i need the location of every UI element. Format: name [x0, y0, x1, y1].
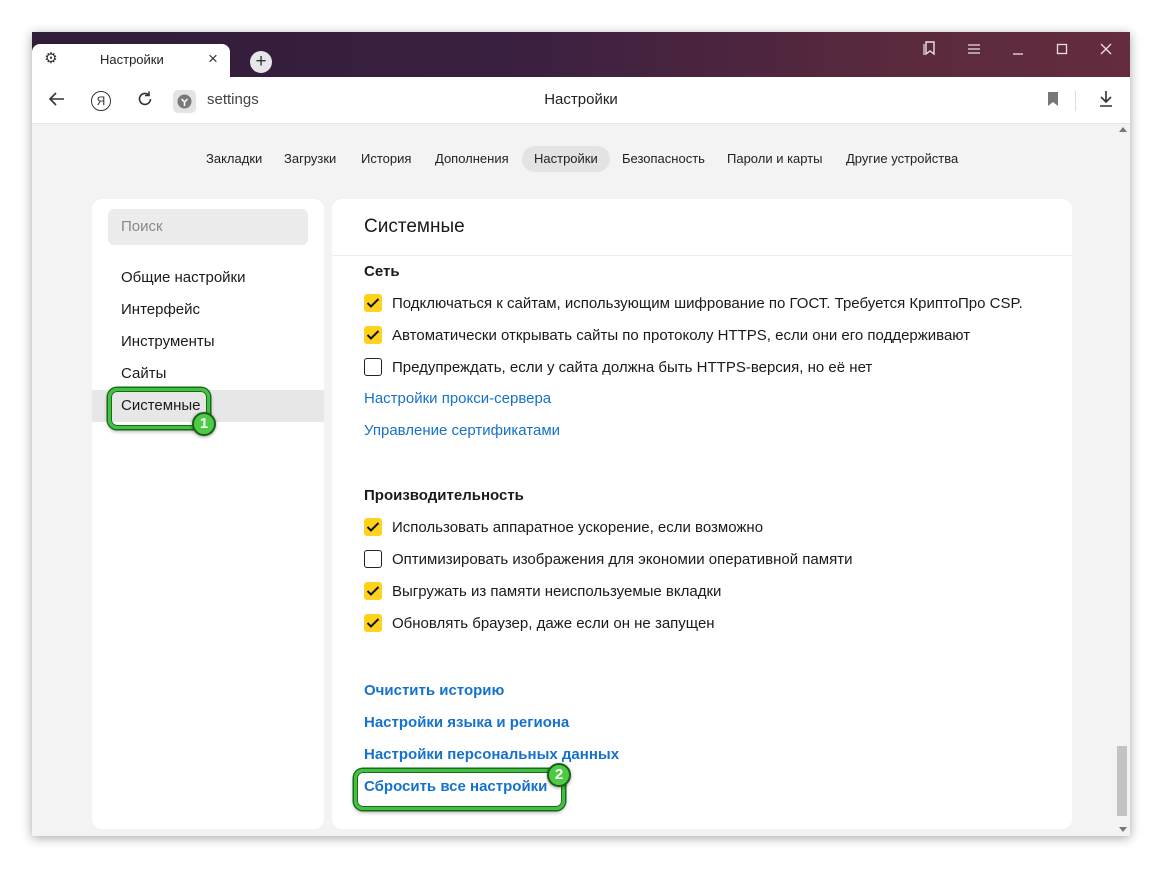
tab-security[interactable]: Безопасность: [610, 146, 717, 172]
link-certificates[interactable]: Управление сертификатами: [364, 422, 560, 439]
link-personal-data[interactable]: Настройки персональных данных: [364, 746, 619, 763]
section-title-network: Сеть: [364, 263, 400, 280]
tab-title: Настройки: [100, 52, 164, 67]
section-title-performance: Производительность: [364, 487, 524, 504]
tab-downloads[interactable]: Загрузки: [272, 146, 348, 172]
menu-icon[interactable]: [960, 40, 988, 62]
panel-header: Системные: [332, 199, 1072, 256]
option-label: Автоматически открывать сайты по протоко…: [392, 327, 971, 344]
settings-page: Закладки Загрузки История Дополнения Нас…: [32, 124, 1114, 836]
sidebar-item-general[interactable]: Общие настройки: [92, 262, 324, 294]
sidebar-item-label: Интерфейс: [121, 301, 201, 318]
checkbox-checked[interactable]: [364, 582, 382, 600]
search-placeholder: Поиск: [121, 218, 163, 235]
maximize-icon[interactable]: [1048, 40, 1076, 62]
address-toolbar: Я settings Настройки: [32, 77, 1130, 124]
sidebar-item-sites[interactable]: Сайты: [92, 358, 324, 390]
option-label: Оптимизировать изображения для экономии …: [392, 551, 853, 568]
tab-settings-active[interactable]: Настройки: [522, 146, 610, 172]
checkbox-checked[interactable]: [364, 614, 382, 632]
option-label: Обновлять браузер, даже если он не запущ…: [392, 615, 715, 632]
sidebar-item-label: Общие настройки: [121, 269, 246, 286]
settings-top-nav: Закладки Загрузки История Дополнения Нас…: [32, 146, 1114, 174]
option-label: Подключаться к сайтам, использующим шифр…: [392, 295, 1023, 312]
search-input[interactable]: Поиск: [108, 209, 308, 245]
checkbox-checked[interactable]: [364, 294, 382, 312]
link-clear-history[interactable]: Очистить историю: [364, 682, 504, 699]
minimize-icon[interactable]: [1004, 40, 1032, 62]
sidebar-item-tools[interactable]: Инструменты: [92, 326, 324, 358]
system-settings-panel: Системные Сеть Подключаться к сайтам, ис…: [332, 199, 1072, 829]
checkbox-unchecked[interactable]: [364, 550, 382, 568]
checkbox-checked[interactable]: [364, 326, 382, 344]
link-language-region[interactable]: Настройки языка и региона: [364, 714, 569, 731]
tab-extensions[interactable]: Дополнения: [423, 146, 521, 172]
tab-settings[interactable]: ⚙ Настройки ×: [32, 44, 230, 77]
download-icon[interactable]: [1095, 90, 1117, 112]
new-tab-button[interactable]: +: [250, 51, 272, 73]
page-title: Настройки: [544, 91, 618, 108]
scrollbar-thumb[interactable]: [1117, 746, 1127, 816]
tab-close-icon[interactable]: ×: [208, 50, 218, 68]
toolbar-divider: [1075, 91, 1076, 111]
step-badge-1: 1: [192, 412, 216, 436]
option-label: Выгружать из памяти неиспользуемые вклад…: [392, 583, 722, 600]
sidebar-item-label: Инструменты: [121, 333, 215, 350]
bookmark-icon[interactable]: [1042, 90, 1064, 112]
sidebar-item-interface[interactable]: Интерфейс: [92, 294, 324, 326]
settings-sidebar: Поиск Общие настройки Интерфейс Инструме…: [92, 199, 324, 829]
gear-icon: ⚙: [44, 50, 58, 67]
step-badge-2: 2: [547, 763, 571, 787]
collections-icon[interactable]: [916, 40, 944, 62]
panel-title: Системные: [364, 216, 465, 237]
title-bar: ⚙ Настройки × +: [32, 32, 1130, 77]
link-proxy-settings[interactable]: Настройки прокси-сервера: [364, 390, 551, 407]
option-label: Предупреждать, если у сайта должна быть …: [392, 359, 873, 376]
tab-bookmarks[interactable]: Закладки: [194, 146, 274, 172]
close-window-icon[interactable]: [1092, 40, 1120, 62]
tab-other-devices[interactable]: Другие устройства: [834, 146, 970, 172]
option-label: Использовать аппаратное ускорение, если …: [392, 519, 764, 536]
checkbox-checked[interactable]: [364, 518, 382, 536]
highlight-box-reset: [354, 769, 565, 810]
scroll-up-icon[interactable]: [1119, 127, 1127, 132]
scroll-down-icon[interactable]: [1119, 827, 1127, 832]
scrollbar[interactable]: [1114, 124, 1130, 836]
sidebar-item-label: Сайты: [121, 365, 167, 382]
checkbox-unchecked[interactable]: [364, 358, 382, 376]
tab-passwords[interactable]: Пароли и карты: [715, 146, 835, 172]
tab-history[interactable]: История: [349, 146, 423, 172]
